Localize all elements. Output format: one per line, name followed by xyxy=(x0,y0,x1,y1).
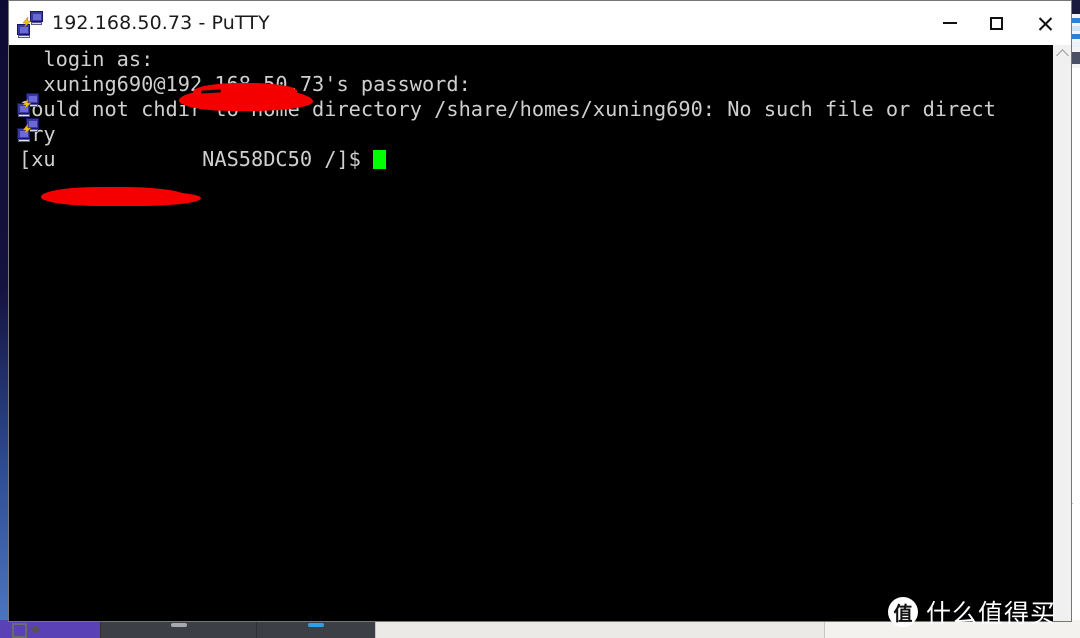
terminal-line: Could not chdir to home directory /share… xyxy=(19,97,996,121)
taskbar-item-window-2[interactable] xyxy=(256,620,375,638)
taskbar-light-area-2[interactable] xyxy=(12,620,1080,638)
maximize-button[interactable] xyxy=(973,1,1019,45)
lightning-bolt-icon xyxy=(22,124,32,134)
lightning-bolt-icon xyxy=(22,99,32,109)
minimize-icon xyxy=(943,22,957,24)
window-titlebar[interactable]: 192.168.50.73 - PuTTY xyxy=(9,1,1071,45)
putty-session-icon-line-1 xyxy=(17,93,39,117)
terminal-scrollbar[interactable] xyxy=(1052,45,1071,621)
taskbar-square-icon[interactable] xyxy=(12,623,27,638)
screen: 192.168.50.73 - PuTTY login as: xuning69… xyxy=(0,0,1080,638)
taskbar-indicator xyxy=(170,623,187,627)
taskbar-item-window-1[interactable] xyxy=(100,620,256,638)
redaction-prompt-user-host xyxy=(41,187,201,206)
window-title: 192.168.50.73 - PuTTY xyxy=(52,12,270,34)
lightning-bolt-icon xyxy=(22,17,32,27)
terminal-output[interactable]: login as: xuning690@192.168.50.73's pass… xyxy=(9,45,1052,621)
minimize-button[interactable] xyxy=(927,1,973,45)
chevron-up-icon xyxy=(1055,49,1069,62)
scrollbar-up-button[interactable] xyxy=(1053,45,1071,63)
putty-session-icon-line-2 xyxy=(17,118,39,142)
taskbar-dot-icon[interactable] xyxy=(32,626,39,633)
terminal-cursor xyxy=(373,150,387,169)
close-icon xyxy=(1037,15,1054,32)
maximize-icon xyxy=(989,16,1003,30)
close-button[interactable] xyxy=(1019,1,1071,45)
terminal-line: login as: xyxy=(19,47,166,71)
taskbar-indicator-active xyxy=(308,623,324,627)
terminal-line: xuning690@192.168.50.73's password: xyxy=(19,72,471,96)
terminal-area: login as: xuning690@192.168.50.73's pass… xyxy=(9,45,1071,621)
taskbar[interactable] xyxy=(0,620,1080,638)
terminal-prompt-text: [xu NAS58DC50 /]$ xyxy=(19,147,374,171)
window-controls xyxy=(927,1,1071,45)
terminal-line: ory xyxy=(19,122,56,146)
putty-window[interactable]: 192.168.50.73 - PuTTY login as: xuning69… xyxy=(8,0,1072,622)
terminal-prompt-line: [xu NAS58DC50 /]$ xyxy=(19,147,1052,172)
putty-session-icon xyxy=(17,11,43,38)
taskbar-light-area[interactable] xyxy=(375,620,824,638)
